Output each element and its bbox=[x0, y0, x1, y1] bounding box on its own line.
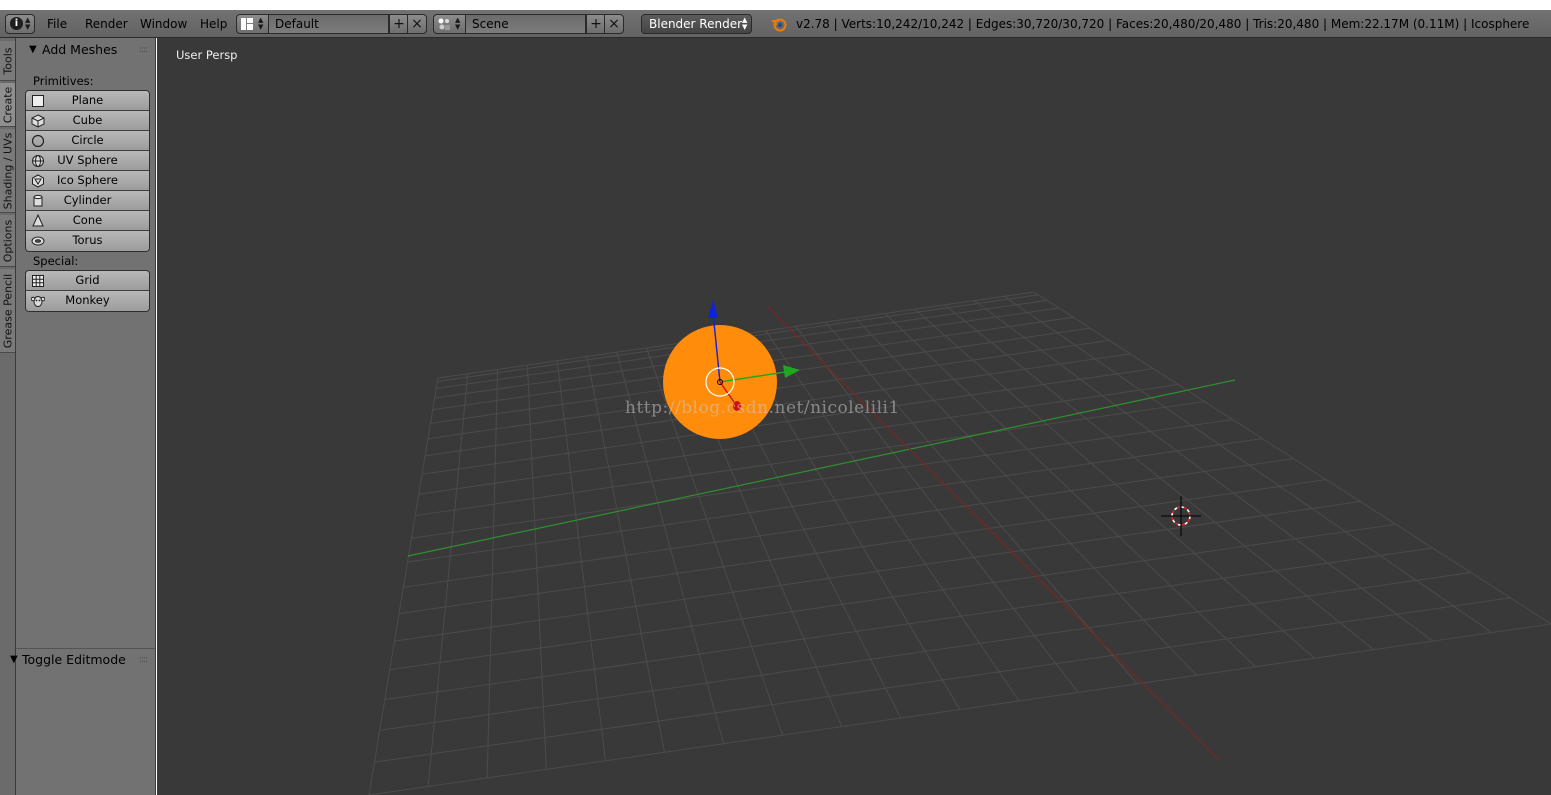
floor-grid bbox=[368, 291, 1551, 795]
add-plane-button[interactable]: Plane bbox=[26, 91, 149, 111]
remove-scene-button[interactable]: × bbox=[604, 15, 623, 33]
drag-grip-icon[interactable]: :::: bbox=[139, 649, 148, 671]
grid-line bbox=[795, 326, 1079, 693]
render-engine-select[interactable]: Blender Render ▲ ▼ bbox=[641, 14, 752, 34]
grid-line bbox=[944, 304, 1375, 651]
add-uv-sphere-button[interactable]: UV Sphere bbox=[26, 151, 149, 171]
torus-icon bbox=[31, 236, 45, 246]
plane-icon bbox=[32, 95, 44, 107]
drag-grip-icon[interactable]: :::: bbox=[139, 38, 148, 62]
grid-line bbox=[825, 321, 1138, 685]
cone-icon bbox=[32, 214, 44, 227]
blender-logo-icon bbox=[772, 18, 787, 32]
toggle-editmode-panel-header[interactable]: ▼ Toggle Editmode :::: bbox=[10, 649, 155, 671]
updown-arrows-icon: ▲ ▼ bbox=[25, 16, 31, 31]
watermark-text: http://blog.csdn.net/nicolelili1 bbox=[625, 398, 900, 418]
add-grid-button[interactable]: Grid bbox=[26, 271, 149, 291]
screen-layout-name-field[interactable]: Default bbox=[268, 15, 389, 33]
grid-line bbox=[368, 623, 1551, 795]
special-label: Special: bbox=[33, 254, 79, 268]
scene-selector[interactable]: ▲ ▼ Scene + × bbox=[433, 14, 624, 34]
tab-create[interactable]: Create bbox=[0, 83, 15, 127]
grid-line bbox=[974, 300, 1434, 642]
view-name-label: User Persp bbox=[176, 48, 238, 62]
tab-options[interactable]: Options bbox=[0, 215, 15, 267]
grid-line bbox=[374, 597, 1511, 763]
info-icon: i bbox=[10, 17, 23, 30]
render-engine-value: Blender Render bbox=[649, 17, 743, 31]
add-cylinder-button[interactable]: Cylinder bbox=[26, 191, 149, 211]
menu-file[interactable]: File bbox=[45, 14, 69, 34]
grid-line bbox=[765, 330, 1020, 702]
add-circle-button[interactable]: Circle bbox=[26, 131, 149, 151]
uv-sphere-icon bbox=[32, 155, 44, 167]
cylinder-icon bbox=[33, 194, 43, 207]
add-cone-button[interactable]: Cone bbox=[26, 211, 149, 231]
grid-line bbox=[1003, 295, 1493, 633]
updown-arrows-icon: ▲ ▼ bbox=[455, 16, 461, 31]
monkey-icon bbox=[31, 296, 45, 307]
collapse-triangle-icon: ▼ bbox=[29, 44, 37, 55]
grid-icon bbox=[32, 275, 44, 287]
primitives-label: Primitives: bbox=[33, 74, 94, 88]
info-header: i ▲ ▼ File Render Window Help ▲ ▼ Default … bbox=[0, 10, 1551, 38]
tab-grease-pencil[interactable]: Grease Pencil bbox=[0, 269, 15, 353]
grid-line bbox=[884, 313, 1256, 668]
add-ico-sphere-button[interactable]: Ico Sphere bbox=[26, 171, 149, 191]
tab-shading-uvs[interactable]: Shading / UVs bbox=[0, 129, 15, 213]
tab-tools[interactable]: Tools bbox=[0, 41, 15, 81]
menu-window[interactable]: Window bbox=[138, 14, 189, 34]
scene-icon[interactable] bbox=[437, 17, 451, 31]
updown-arrows-icon: ▲ ▼ bbox=[742, 16, 748, 31]
collapse-triangle-icon: ▼ bbox=[10, 654, 18, 665]
grid-line bbox=[854, 317, 1197, 676]
scene-statistics: v2.78 | Verts:10,242/10,242 | Edges:30,7… bbox=[796, 17, 1530, 31]
remove-layout-button[interactable]: × bbox=[407, 15, 426, 33]
editor-type-selector[interactable]: i ▲ ▼ bbox=[5, 14, 35, 34]
operator-panel-title: Toggle Editmode bbox=[22, 652, 126, 667]
add-cube-button[interactable]: Cube bbox=[26, 111, 149, 131]
screen-layout-icon[interactable] bbox=[240, 17, 254, 31]
3d-viewport[interactable]: User Persp http://blog.csdn.net/nicoleli… bbox=[157, 38, 1551, 795]
grid-line bbox=[914, 308, 1315, 659]
add-scene-button[interactable]: + bbox=[586, 15, 605, 33]
cube-icon bbox=[31, 114, 45, 128]
scene-name-field[interactable]: Scene bbox=[465, 15, 586, 33]
grid-line bbox=[368, 377, 439, 795]
panel-title: Add Meshes bbox=[42, 42, 118, 57]
screen-layout-selector[interactable]: ▲ ▼ Default + × bbox=[236, 14, 427, 34]
y-axis-arrow-icon bbox=[783, 365, 800, 378]
updown-arrows-icon: ▲ ▼ bbox=[258, 16, 264, 31]
grid-line bbox=[1033, 291, 1551, 625]
add-torus-button[interactable]: Torus bbox=[26, 231, 149, 251]
z-axis-arrow-icon bbox=[708, 300, 718, 318]
primitives-buttons: Plane Cube Circle UV Sphere Ico Sphere C… bbox=[25, 90, 150, 252]
ico-sphere-icon bbox=[32, 174, 44, 188]
add-meshes-panel-header[interactable]: ▼ Add Meshes :::: bbox=[16, 38, 155, 62]
operator-panel: ▼ Toggle Editmode :::: bbox=[10, 649, 155, 795]
circle-icon bbox=[31, 134, 45, 148]
menu-render[interactable]: Render bbox=[83, 14, 130, 34]
add-monkey-button[interactable]: Monkey bbox=[26, 291, 149, 311]
special-buttons: Grid Monkey bbox=[25, 270, 150, 312]
tool-shelf: ▼ Add Meshes :::: Primitives: Plane Cube… bbox=[10, 38, 156, 795]
add-layout-button[interactable]: + bbox=[389, 15, 408, 33]
toolshelf-tabs: Tools Create Shading / UVs Options Greas… bbox=[0, 38, 16, 795]
menu-help[interactable]: Help bbox=[198, 14, 229, 34]
